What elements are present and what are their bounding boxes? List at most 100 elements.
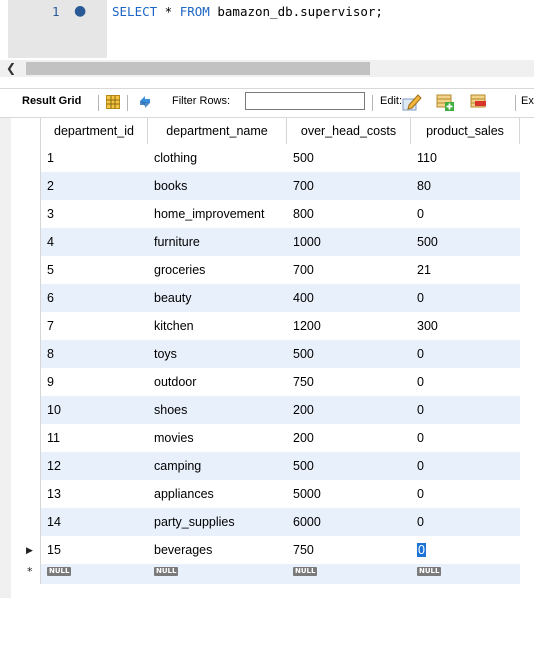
cell-department-id[interactable]: 3 xyxy=(47,200,54,228)
row-marker[interactable] xyxy=(11,396,41,424)
cell-department-name[interactable]: beauty xyxy=(154,284,192,312)
cell-product-sales[interactable]: 0 xyxy=(417,368,424,396)
cell-product-sales[interactable]: 0 xyxy=(417,340,424,368)
table-row[interactable]: 10 shoes 200 0 xyxy=(0,396,520,424)
cell-product-sales[interactable]: 0 xyxy=(417,284,424,312)
cell-product-sales[interactable]: 0 xyxy=(417,200,424,228)
cell-department-name[interactable]: clothing xyxy=(154,144,197,172)
cell-product-sales[interactable]: 21 xyxy=(417,256,431,284)
table-row[interactable]: 14 party_supplies 6000 0 xyxy=(0,508,520,536)
row-marker[interactable] xyxy=(11,228,41,256)
cell-over-head-costs[interactable]: 500 xyxy=(293,340,314,368)
cell-over-head-costs[interactable]: 6000 xyxy=(293,508,321,536)
cell-department-id[interactable]: 2 xyxy=(47,172,54,200)
cell-department-id[interactable]: 11 xyxy=(47,424,60,452)
column-header-department-id[interactable]: department_id xyxy=(41,118,148,144)
cell-department-name[interactable]: furniture xyxy=(154,228,200,256)
row-marker[interactable] xyxy=(11,256,41,284)
cell-product-sales[interactable]: 0 xyxy=(417,424,424,452)
table-row[interactable]: 3 home_improvement 800 0 xyxy=(0,200,520,228)
cell-department-name[interactable]: home_improvement xyxy=(154,200,264,228)
table-row[interactable]: 6 beauty 400 0 xyxy=(0,284,520,312)
row-marker[interactable] xyxy=(11,368,41,396)
table-row[interactable]: 9 outdoor 750 0 xyxy=(0,368,520,396)
horizontal-scrollbar[interactable]: ❮ xyxy=(0,60,534,77)
row-marker[interactable] xyxy=(11,480,41,508)
cell-product-sales[interactable]: 500 xyxy=(417,228,438,256)
cell-over-head-costs[interactable]: 700 xyxy=(293,172,314,200)
cell-department-id[interactable]: 1 xyxy=(47,144,54,172)
cell-over-head-costs[interactable]: 1200 xyxy=(293,312,321,340)
delete-row-icon[interactable] xyxy=(470,93,488,111)
row-marker[interactable] xyxy=(11,200,41,228)
row-marker[interactable] xyxy=(11,172,41,200)
cell-department-name[interactable]: beverages xyxy=(154,536,212,564)
cell-department-name[interactable]: party_supplies xyxy=(154,508,235,536)
cell-department-id[interactable]: 13 xyxy=(47,480,61,508)
table-row[interactable]: ▶ 15 beverages 750 0 xyxy=(0,536,520,564)
cell-product-sales[interactable]: 110 xyxy=(417,144,437,172)
row-marker[interactable] xyxy=(11,144,41,172)
cell-over-head-costs[interactable]: 700 xyxy=(293,256,314,284)
table-row[interactable]: 7 kitchen 1200 300 xyxy=(0,312,520,340)
cell-department-id[interactable]: 14 xyxy=(47,508,61,536)
row-marker[interactable] xyxy=(11,424,41,452)
add-row-icon[interactable] xyxy=(436,93,454,111)
refresh-icon[interactable] xyxy=(137,94,153,110)
cell-over-head-costs[interactable]: 750 xyxy=(293,368,314,396)
table-row[interactable]: 11 movies 200 0 xyxy=(0,424,520,452)
row-marker[interactable] xyxy=(11,452,41,480)
null-cell[interactable]: NULL xyxy=(293,564,318,584)
cell-department-name[interactable]: groceries xyxy=(154,256,205,284)
cell-department-id[interactable]: 9 xyxy=(47,368,54,396)
cell-over-head-costs[interactable]: 750 xyxy=(293,536,314,564)
null-cell[interactable]: NULL xyxy=(417,564,442,584)
cell-department-id[interactable]: 8 xyxy=(47,340,54,368)
cell-department-name[interactable]: outdoor xyxy=(154,368,196,396)
cell-department-id[interactable]: 12 xyxy=(47,452,61,480)
cell-over-head-costs[interactable]: 400 xyxy=(293,284,314,312)
cell-department-id[interactable]: 10 xyxy=(47,396,61,424)
null-cell[interactable]: NULL xyxy=(154,564,179,584)
cell-department-name[interactable]: shoes xyxy=(154,396,187,424)
column-header-over-head-costs[interactable]: over_head_costs xyxy=(287,118,411,144)
cell-product-sales[interactable]: 0 xyxy=(417,396,424,424)
cell-over-head-costs[interactable]: 200 xyxy=(293,424,314,452)
row-marker[interactable] xyxy=(11,312,41,340)
scrollbar-thumb[interactable] xyxy=(26,62,370,75)
sql-editor[interactable]: 1 ● SELECT * FROM bamazon_db.supervisor; xyxy=(0,0,534,58)
cell-department-name[interactable]: camping xyxy=(154,452,201,480)
table-row[interactable]: 4 furniture 1000 500 xyxy=(0,228,520,256)
cell-department-name[interactable]: appliances xyxy=(154,480,214,508)
cell-over-head-costs[interactable]: 800 xyxy=(293,200,314,228)
cell-department-id[interactable]: 5 xyxy=(47,256,54,284)
cell-department-id[interactable]: 15 xyxy=(47,536,61,564)
column-header-product-sales[interactable]: product_sales xyxy=(411,118,520,144)
cell-over-head-costs[interactable]: 1000 xyxy=(293,228,321,256)
row-marker[interactable] xyxy=(11,508,41,536)
cell-product-sales[interactable]: 0 xyxy=(417,452,424,480)
row-marker[interactable]: ▶ xyxy=(11,536,41,564)
cell-department-id[interactable]: 7 xyxy=(47,312,54,340)
cell-department-name[interactable]: kitchen xyxy=(154,312,194,340)
table-row[interactable]: 13 appliances 5000 0 xyxy=(0,480,520,508)
column-header-department-name[interactable]: department_name xyxy=(148,118,287,144)
cell-department-id[interactable]: 4 xyxy=(47,228,54,256)
cell-department-name[interactable]: books xyxy=(154,172,187,200)
cell-over-head-costs[interactable]: 5000 xyxy=(293,480,321,508)
null-cell[interactable]: NULL xyxy=(47,564,72,584)
grid-icon[interactable] xyxy=(106,95,120,109)
export-label[interactable]: Ex xyxy=(521,95,534,107)
edit-icon[interactable] xyxy=(402,92,422,112)
cell-department-name[interactable]: movies xyxy=(154,424,194,452)
chevron-left-icon[interactable]: ❮ xyxy=(6,60,18,77)
filter-rows-input[interactable] xyxy=(245,92,365,110)
cell-department-name[interactable]: toys xyxy=(154,340,177,368)
cell-product-sales[interactable]: 0 xyxy=(417,480,424,508)
new-row[interactable]: * NULL NULL NULL NULL xyxy=(0,564,520,584)
table-row[interactable]: 2 books 700 80 xyxy=(0,172,520,200)
cell-over-head-costs[interactable]: 500 xyxy=(293,144,314,172)
table-row[interactable]: 1 clothing 500 110 xyxy=(0,144,520,172)
cell-over-head-costs[interactable]: 500 xyxy=(293,452,314,480)
row-marker[interactable]: * xyxy=(11,564,41,584)
